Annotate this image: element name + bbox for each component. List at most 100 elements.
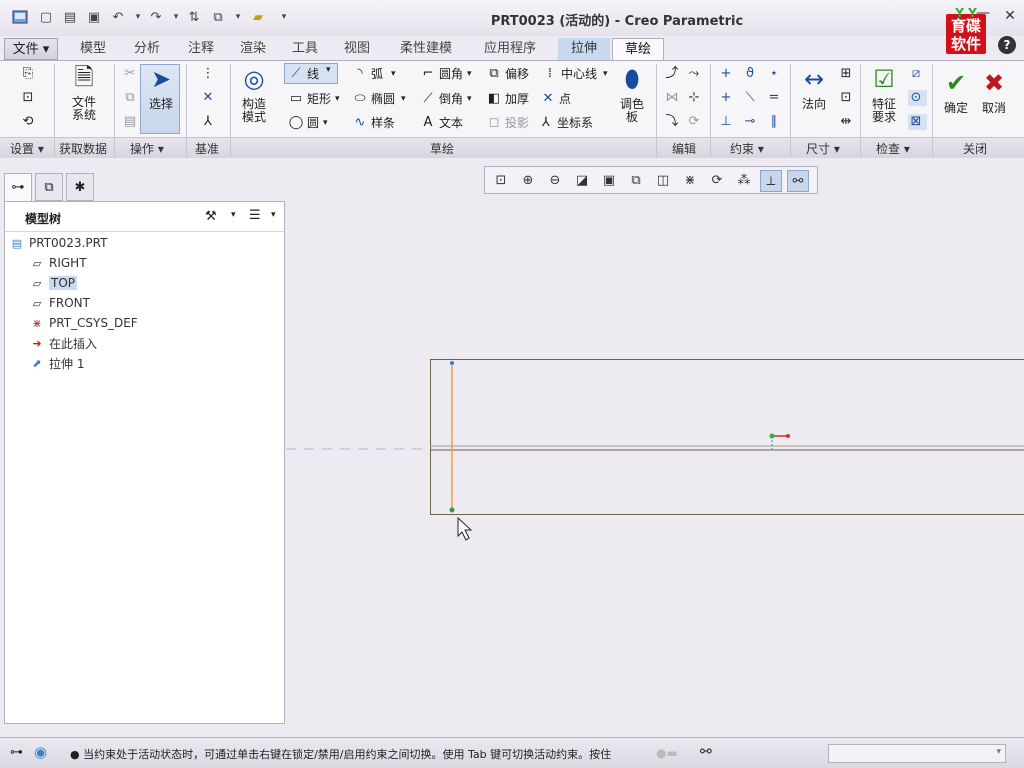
- perimeter-icon[interactable]: ⊞: [838, 66, 857, 82]
- line-start-point[interactable]: [450, 361, 454, 365]
- tab-render[interactable]: 渲染: [230, 38, 276, 60]
- sketch-view-icon[interactable]: ⟲: [20, 114, 39, 130]
- thicken-button[interactable]: ◧ 加厚: [486, 90, 529, 107]
- zoom-in-icon[interactable]: ⊕: [517, 170, 539, 192]
- ok-button[interactable]: ✔ 确定: [938, 70, 974, 115]
- circle-button[interactable]: ◯ 圆 ▾: [288, 114, 328, 131]
- modify-icon[interactable]: ⤴: [664, 66, 683, 82]
- arc-button[interactable]: ◝ 弧 ▾: [352, 65, 395, 82]
- sketcher-display-icon[interactable]: ⚯: [787, 170, 809, 192]
- vertical-constraint-icon[interactable]: +: [718, 66, 737, 82]
- tab-extrude[interactable]: 拉伸: [558, 38, 610, 60]
- normal-dimension-button[interactable]: ↔ 法向: [794, 66, 834, 111]
- display-style-icon[interactable]: ▣: [598, 170, 620, 192]
- parallel-constraint-icon[interactable]: ∥: [766, 114, 785, 130]
- group-operations[interactable]: 操作 ▾: [130, 140, 164, 157]
- tree-item-extrude[interactable]: ⬈ 拉伸 1: [29, 354, 84, 372]
- status-selection-icon[interactable]: ⚯: [700, 744, 712, 760]
- reference-dimension-icon[interactable]: ⊡: [838, 90, 857, 106]
- sketch-canvas[interactable]: [286, 200, 1024, 735]
- filter-dropdown-icon[interactable]: ▾: [996, 747, 1001, 757]
- datum-display-icon[interactable]: ⋇: [679, 170, 701, 192]
- spline-button[interactable]: ∿ 样条: [352, 114, 395, 131]
- file-system-button[interactable]: 🗎 文件 系统: [62, 64, 106, 122]
- tree-columns-dropdown-icon[interactable]: ▾: [271, 210, 276, 220]
- coincident-constraint-icon[interactable]: ⊸: [742, 114, 761, 130]
- reference-icon[interactable]: ⊡: [20, 90, 39, 106]
- view-manager-icon[interactable]: ◫: [652, 170, 674, 192]
- tree-item-part[interactable]: ▤ PRT0023.PRT: [9, 234, 108, 252]
- zoom-out-icon[interactable]: ⊖: [544, 170, 566, 192]
- sketch-rectangle[interactable]: [430, 359, 1024, 515]
- tree-item-csys[interactable]: ⋇ PRT_CSYS_DEF: [29, 314, 137, 332]
- palette-button[interactable]: ⬮ 调色 板: [612, 66, 652, 124]
- sketch-setup-icon[interactable]: ⎘: [20, 66, 39, 82]
- spin-center-icon[interactable]: ⟳: [706, 170, 728, 192]
- group-dimension[interactable]: 尺寸 ▾: [806, 140, 840, 157]
- tab-model[interactable]: 模型: [70, 38, 116, 60]
- chamfer-button[interactable]: ⟋ 倒角 ▾: [420, 90, 471, 107]
- tab-analysis[interactable]: 分析: [124, 38, 170, 60]
- mirror-icon[interactable]: ⋈: [664, 90, 683, 106]
- copy-icon[interactable]: ⧉: [122, 90, 141, 106]
- close-button[interactable]: ✕: [1000, 8, 1020, 24]
- group-setup[interactable]: 设置 ▾: [10, 140, 44, 157]
- line-button[interactable]: ⟋ 线: [288, 65, 319, 82]
- symmetric-constraint-icon[interactable]: ⋆: [766, 66, 785, 82]
- fillet-button[interactable]: ⌐ 圆角 ▾: [420, 65, 472, 82]
- horizontal-constraint-icon[interactable]: +: [718, 90, 737, 106]
- tab-tools[interactable]: 工具: [282, 38, 328, 60]
- highlight-open-ends-icon[interactable]: ⊙: [908, 90, 927, 106]
- shade-closed-loops-icon[interactable]: ⊠: [908, 114, 927, 130]
- paste-icon[interactable]: ▤: [122, 114, 141, 130]
- status-browser-icon[interactable]: ◉: [34, 743, 47, 761]
- text-button[interactable]: A 文本: [420, 114, 463, 131]
- tab-sketch[interactable]: 草绘: [612, 38, 664, 61]
- point-datum-icon[interactable]: ✕: [200, 90, 219, 106]
- cancel-button[interactable]: ✖ 取消: [976, 70, 1012, 115]
- project-button[interactable]: ◻ 投影: [486, 114, 529, 131]
- favorites-tab[interactable]: ✱: [66, 173, 94, 201]
- centerline-button[interactable]: ⁞ 中心线 ▾: [542, 65, 608, 82]
- tab-file[interactable]: 文件 ▾: [4, 38, 58, 60]
- construct-mode-button[interactable]: ◎ 构造 模式: [234, 66, 274, 124]
- equal-constraint-icon[interactable]: =: [766, 90, 785, 106]
- midpoint-constraint-icon[interactable]: ⟍: [742, 90, 761, 106]
- tree-item-right[interactable]: ▱ RIGHT: [29, 254, 87, 272]
- centerline-datum-icon[interactable]: ⋮: [200, 66, 219, 82]
- selection-filter[interactable]: ▾: [828, 744, 1006, 763]
- tree-settings-dropdown-icon[interactable]: ▾: [231, 210, 236, 220]
- line-end-point[interactable]: [449, 507, 455, 513]
- tangent-constraint-icon[interactable]: ϑ: [742, 66, 761, 82]
- rotate-resize-icon[interactable]: ⟳: [686, 114, 705, 130]
- line-dropdown-icon[interactable]: ▾: [326, 65, 331, 75]
- model-tree-tab[interactable]: ⊶: [4, 173, 32, 201]
- status-tree-icon[interactable]: ⊶: [10, 745, 23, 760]
- annotation-display-icon[interactable]: ⁂: [733, 170, 755, 192]
- coord-sys-button[interactable]: ⅄ 坐标系: [538, 114, 593, 131]
- delete-segment-icon[interactable]: ⤳: [686, 66, 705, 82]
- tree-columns-icon[interactable]: ☰: [249, 208, 261, 223]
- csys-datum-icon[interactable]: ⅄: [200, 114, 219, 130]
- divide-icon[interactable]: ⊹: [686, 90, 705, 106]
- repaint-icon[interactable]: ◪: [571, 170, 593, 192]
- cut-icon[interactable]: ✂: [122, 66, 141, 82]
- baseline-icon[interactable]: ⇹: [838, 114, 857, 130]
- ellipse-button[interactable]: ⬭ 椭圆 ▾: [352, 90, 405, 107]
- rectangle-button[interactable]: ▭ 矩形 ▾: [288, 90, 340, 107]
- group-inspect[interactable]: 检查 ▾: [876, 140, 910, 157]
- sketch-view-toolbar-icon[interactable]: ⟂: [760, 170, 782, 192]
- tree-settings-icon[interactable]: ⚒: [205, 209, 217, 224]
- tab-flexible-modeling[interactable]: 柔性建模: [390, 38, 462, 60]
- tree-item-top[interactable]: ▱ TOP: [29, 274, 78, 292]
- refit-icon[interactable]: ⊡: [490, 170, 512, 192]
- tab-applications[interactable]: 应用程序: [472, 38, 548, 60]
- graphics-area[interactable]: [286, 200, 1024, 735]
- tree-item-insert-here[interactable]: ➜ 在此插入: [29, 334, 97, 352]
- perpendicular-constraint-icon[interactable]: ⊥: [718, 114, 737, 130]
- tree-item-front[interactable]: ▱ FRONT: [29, 294, 90, 312]
- feature-requirements-button[interactable]: ☑ 特征 要求: [864, 66, 904, 124]
- folder-browser-tab[interactable]: ⧉: [35, 173, 63, 201]
- select-button-content[interactable]: ➤ 选择: [142, 66, 180, 111]
- overlapping-geometry-icon[interactable]: ⧄: [908, 66, 927, 82]
